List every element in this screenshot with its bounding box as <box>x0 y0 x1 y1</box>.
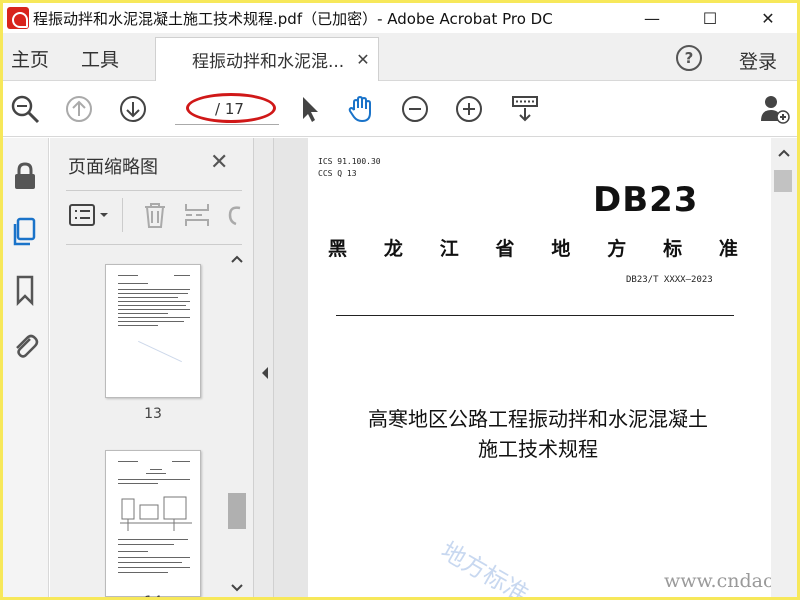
home-tab[interactable]: 主页 <box>11 45 49 72</box>
panel-divider <box>66 244 242 245</box>
document-title-line: 施工技术规程 <box>478 437 598 461</box>
bookmark-icon[interactable] <box>9 274 41 306</box>
login-button[interactable]: 登录 <box>739 47 777 74</box>
toolbar: / 17 <box>3 81 797 137</box>
panel-collapse-handle[interactable] <box>254 138 274 597</box>
heading-char: 地 <box>551 238 571 260</box>
tool-divider <box>122 198 123 232</box>
province-standard-heading: 黑 龙 江 省 地 方 标 准 <box>328 234 738 261</box>
minimize-button[interactable]: — <box>623 3 681 33</box>
document-tab-label: 程振动拌和水泥混... <box>192 52 345 72</box>
zoom-out-icon[interactable] <box>399 93 431 125</box>
scroll-up-arrow-icon[interactable] <box>778 148 790 158</box>
document-tab[interactable]: 程振动拌和水泥混... ✕ <box>155 37 379 81</box>
thumbnail-tools <box>66 196 246 236</box>
heading-char: 准 <box>718 238 738 260</box>
ics-line: ICS 91.100.30 <box>318 157 381 166</box>
lock-icon[interactable] <box>9 160 41 192</box>
scroll-up-arrow-icon[interactable] <box>231 254 243 264</box>
maximize-button[interactable]: ☐ <box>681 3 739 33</box>
document-view[interactable]: ICS 91.100.30 CCS Q 13 DB23 黑 龙 江 省 地 方 … <box>274 138 797 597</box>
page-count: / 17 <box>215 100 244 118</box>
next-page-icon[interactable] <box>117 93 149 125</box>
zoom-in-icon[interactable] <box>453 93 485 125</box>
thumbnails-panel-close-button[interactable]: ✕ <box>210 150 228 175</box>
select-arrow-icon[interactable] <box>293 93 325 125</box>
heading-char: 省 <box>495 238 515 260</box>
window-title: 程振动拌和水泥混凝土施工技术规程.pdf（已加密）- Adobe Acrobat… <box>33 9 553 28</box>
rotate-page-icon[interactable] <box>222 200 246 230</box>
thumbnail-diagram <box>120 496 192 531</box>
page-thumbnail-13[interactable] <box>105 264 201 398</box>
pdf-page: ICS 91.100.30 CCS Q 13 DB23 黑 龙 江 省 地 方 … <box>308 138 771 597</box>
heading-char: 黑 <box>328 238 348 260</box>
page-thumbnails-icon[interactable] <box>9 216 41 248</box>
thumbnail-options-icon[interactable] <box>68 202 112 230</box>
hand-tool-icon[interactable] <box>345 93 377 125</box>
attachment-icon[interactable] <box>9 330 41 362</box>
horizontal-rule <box>336 315 734 316</box>
panel-divider <box>66 190 242 191</box>
scroll-down-arrow-icon[interactable] <box>231 583 243 593</box>
thumbnails-scrollbar[interactable] <box>228 250 246 597</box>
document-scrollbar-thumb[interactable] <box>774 170 792 192</box>
document-title: 高寒地区公路工程振动拌和水泥混凝土 施工技术规程 <box>328 404 748 464</box>
heading-char: 方 <box>607 238 627 260</box>
close-button[interactable]: ✕ <box>739 3 797 33</box>
insert-page-icon[interactable] <box>182 200 212 230</box>
previous-page-icon[interactable] <box>63 93 95 125</box>
thumbnail-page-number: 14 <box>105 594 201 597</box>
zoom-search-icon[interactable] <box>9 93 41 125</box>
document-tab-close-button[interactable]: ✕ <box>356 50 369 69</box>
collapse-left-arrow-icon[interactable] <box>260 366 270 380</box>
thumbnails-panel-title: 页面缩略图 <box>68 157 158 178</box>
menu-row: 主页 工具 程振动拌和水泥混... ✕ ? 登录 <box>3 33 797 81</box>
heading-char: 标 <box>663 238 683 260</box>
standard-number: DB23/T XXXX—2023 <box>626 275 713 285</box>
heading-char: 龙 <box>383 238 403 260</box>
page-thumbnail-14[interactable] <box>105 450 201 597</box>
acrobat-app-icon <box>7 7 29 29</box>
window-controls: — ☐ ✕ <box>623 3 797 33</box>
thumbnail-page-number: 13 <box>144 406 162 422</box>
left-icon-rail <box>3 138 49 597</box>
thumbnails-panel: 页面缩略图 ✕ 13 <box>50 138 254 597</box>
heading-char: 江 <box>439 238 459 260</box>
document-scrollbar[interactable] <box>771 138 797 597</box>
app-window: 程振动拌和水泥混凝土施工技术规程.pdf（已加密）- Adobe Acrobat… <box>3 3 797 597</box>
document-title-line: 高寒地区公路工程振动拌和水泥混凝土 <box>368 407 708 431</box>
ccs-line: CCS Q 13 <box>318 169 357 178</box>
ics-code: ICS 91.100.30 CCS Q 13 <box>318 156 381 180</box>
scroll-mode-icon[interactable] <box>509 93 541 125</box>
add-user-icon[interactable] <box>759 93 791 125</box>
db-code: DB23 <box>593 180 699 220</box>
help-icon[interactable]: ? <box>676 45 702 71</box>
title-bar: 程振动拌和水泥混凝土施工技术规程.pdf（已加密）- Adobe Acrobat… <box>3 3 797 33</box>
delete-page-icon[interactable] <box>140 200 170 230</box>
diagonal-watermark: 地方标准 <box>436 536 534 597</box>
thumbnails-scrollbar-thumb[interactable] <box>228 493 246 529</box>
tools-tab[interactable]: 工具 <box>81 45 119 72</box>
